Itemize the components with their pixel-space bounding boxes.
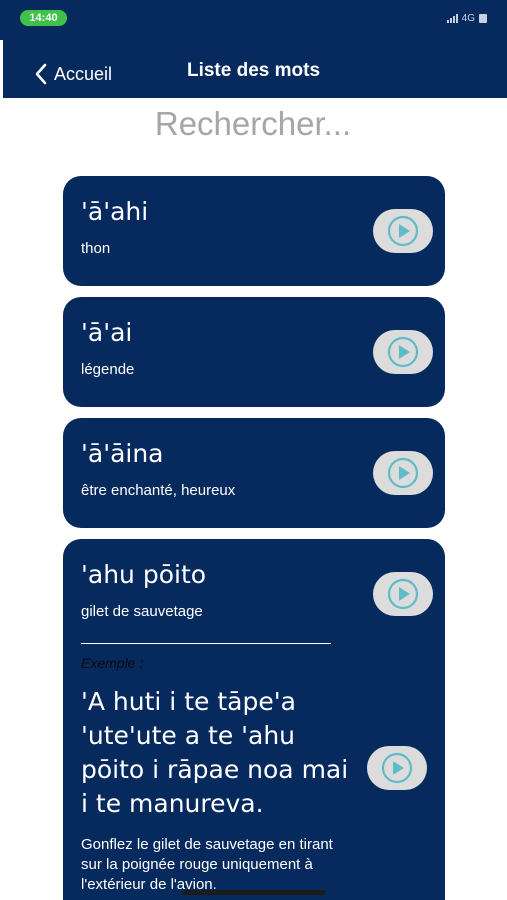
play-circle-icon bbox=[387, 336, 419, 368]
word-translation: être enchanté, heureux bbox=[81, 482, 236, 499]
word-translation: gilet de sauvetage bbox=[81, 603, 203, 620]
word-card[interactable]: 'ā'āina être enchanté, heureux bbox=[63, 418, 445, 528]
word-text: 'ahu pōito bbox=[81, 560, 207, 589]
word-translation: légende bbox=[81, 361, 135, 378]
play-button[interactable] bbox=[373, 572, 433, 616]
word-card[interactable]: 'ā'ahi thon bbox=[63, 176, 445, 286]
network-label: 4G bbox=[461, 12, 475, 24]
home-indicator[interactable] bbox=[182, 890, 326, 895]
example-translation: Gonflez le gilet de sauvetage en tirant … bbox=[81, 836, 333, 893]
page-title: Liste des mots bbox=[186, 60, 321, 81]
status-time: 14:40 bbox=[20, 10, 67, 26]
play-circle-icon bbox=[387, 578, 419, 610]
word-text: 'ā'ahi bbox=[81, 197, 149, 226]
play-button[interactable] bbox=[373, 330, 433, 374]
divider bbox=[81, 643, 331, 644]
battery-icon bbox=[479, 13, 487, 23]
search-input[interactable] bbox=[103, 102, 403, 146]
play-circle-icon bbox=[387, 215, 419, 247]
play-button[interactable] bbox=[373, 451, 433, 495]
play-circle-icon bbox=[387, 457, 419, 489]
example-label: Exemple : bbox=[81, 655, 144, 671]
word-translation: thon bbox=[81, 240, 111, 257]
header-edge bbox=[0, 40, 3, 98]
app-header: 14:40 4G Accueil Liste des mots bbox=[0, 0, 507, 98]
play-button[interactable] bbox=[373, 209, 433, 253]
word-text: 'ā'ai bbox=[81, 318, 133, 347]
word-card-expanded[interactable]: 'ahu pōito gilet de sauvetage Exemple : … bbox=[63, 539, 445, 900]
example-play-button[interactable] bbox=[367, 746, 427, 790]
word-card[interactable]: 'ā'ai légende bbox=[63, 297, 445, 407]
status-indicators: 4G bbox=[446, 11, 487, 25]
play-circle-icon bbox=[381, 752, 413, 784]
signal-icon bbox=[446, 13, 458, 23]
status-bar: 14:40 4G bbox=[0, 0, 507, 36]
word-text: 'ā'āina bbox=[81, 439, 164, 468]
example-sentence: 'A huti i te tāpe'a 'ute'ute a te 'ahu p… bbox=[81, 687, 349, 818]
